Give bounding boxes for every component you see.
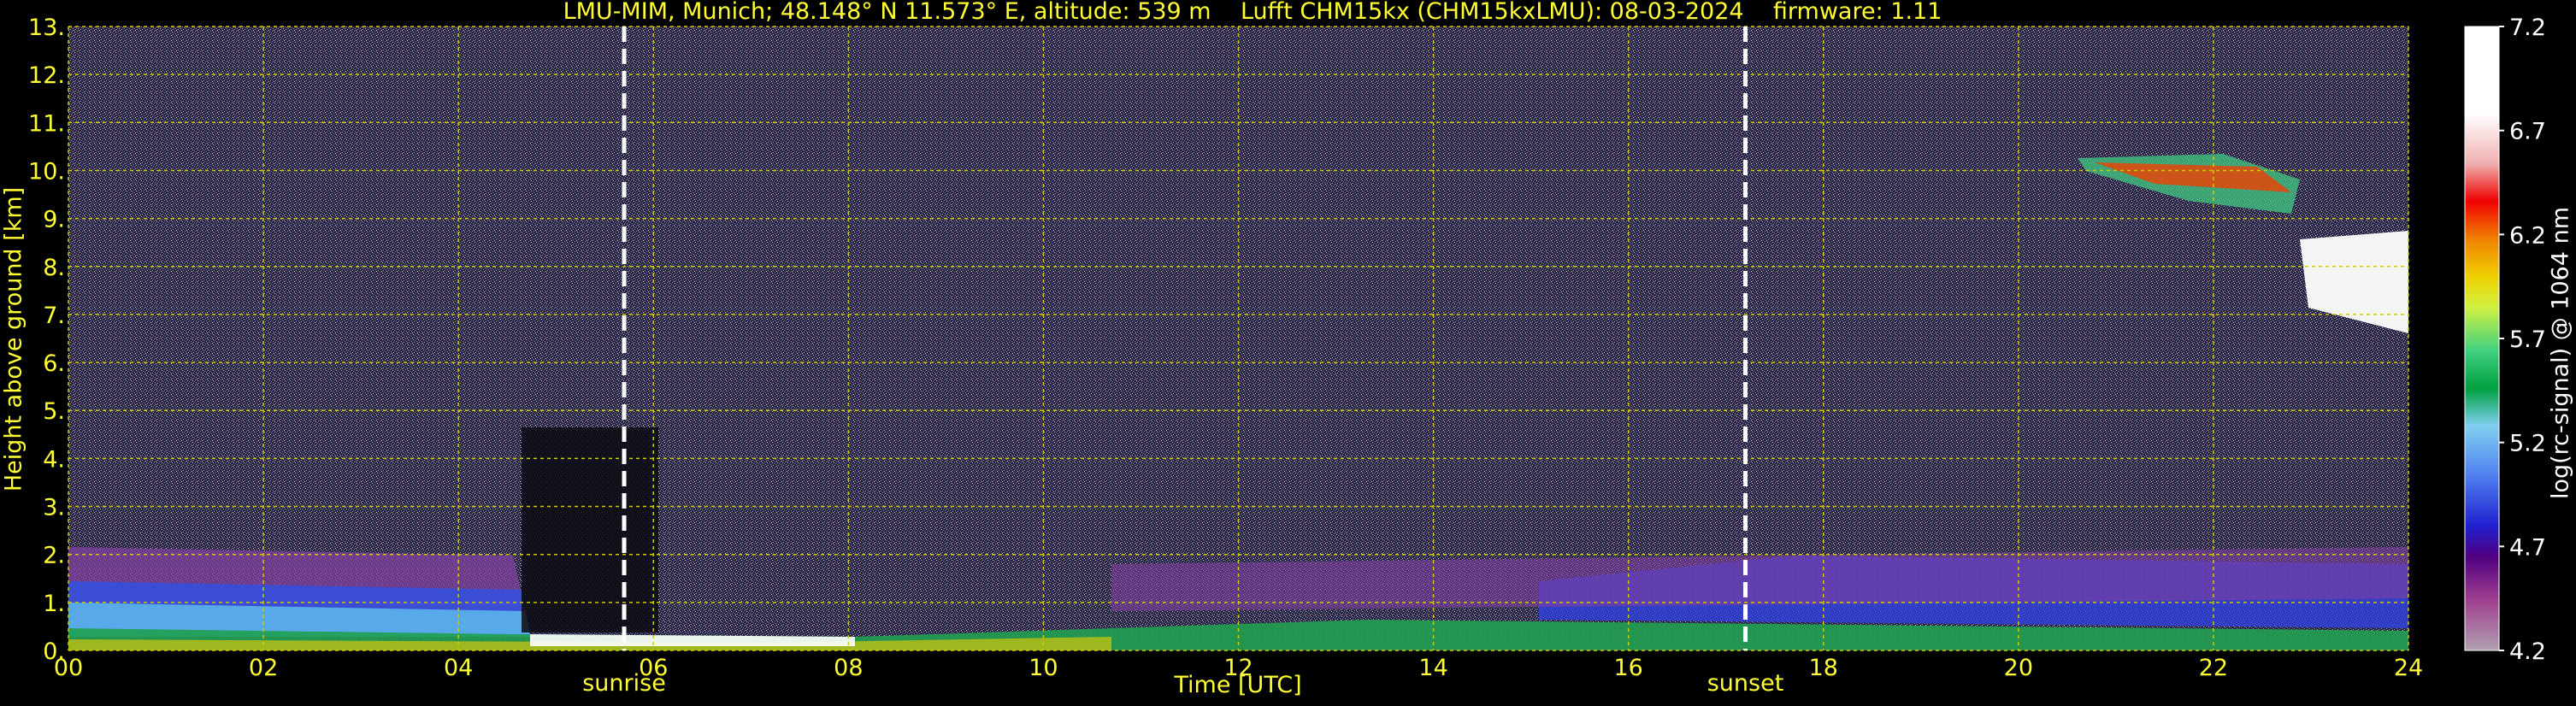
colorbar-label: log(rc-signal) @ 1064 nm [2547,206,2574,500]
lidar-plot: 0.1.2.3.4.5.6.7.8.9.10.11.12.13. 00 02 04 0… [28,15,2546,681]
y-tick-label: 2. [43,543,65,569]
x-tick-label: 24 [2394,655,2423,681]
x-tick-label: 14 [1418,655,1447,681]
colorbar-tick-label: 5.2 [2509,431,2546,457]
y-tick-label: 5. [43,398,65,425]
y-tick-label: 8. [43,255,65,281]
y-tick-label: 9. [43,207,65,233]
y-tick-label: 6. [43,350,65,377]
colorbar-tick-label: 7.2 [2509,15,2546,41]
x-tick-label: 10 [1029,655,1058,681]
x-tick-label: 00 [54,655,83,681]
colorbar-tick-label: 5.7 [2509,327,2546,353]
y-tick-labels: 0.1.2.3.4.5.6.7.8.9.10.11.12.13. [28,15,65,665]
y-tick-label: 1. [43,591,65,617]
colorbar [2464,26,2500,651]
x-tick-label: 04 [444,655,473,681]
y-tick-label: 10. [28,158,65,185]
sunset-label: sunset [1707,670,1784,697]
x-axis-label: Time [UTC] [1174,672,1302,698]
colorbar-tick-labels: 7.2 6.7 6.2 5.7 5.2 4.7 4.2 [2499,15,2546,665]
x-tick-label: 08 [834,655,863,681]
y-tick-label: 11. [28,110,65,137]
colorbar-tick-label: 6.2 [2509,222,2546,249]
colorbar-tick-label: 4.7 [2509,534,2546,561]
x-tick-label: 20 [2004,655,2033,681]
colorbar-tick-label: 6.7 [2509,119,2546,145]
y-tick-label: 12. [28,62,65,89]
x-tick-label: 18 [1809,655,1838,681]
colorbar-tick-label: 4.2 [2509,638,2546,665]
x-tick-label: 16 [1613,655,1642,681]
y-axis-label: Height above ground [km] [0,186,27,492]
sunrise-label: sunrise [582,670,666,697]
y-tick-label: 13. [28,15,65,41]
y-tick-label: 3. [43,495,65,521]
x-tick-label: 02 [249,655,278,681]
y-tick-label: 7. [43,303,65,329]
x-tick-label: 22 [2199,655,2228,681]
y-tick-label: 4. [43,446,65,473]
